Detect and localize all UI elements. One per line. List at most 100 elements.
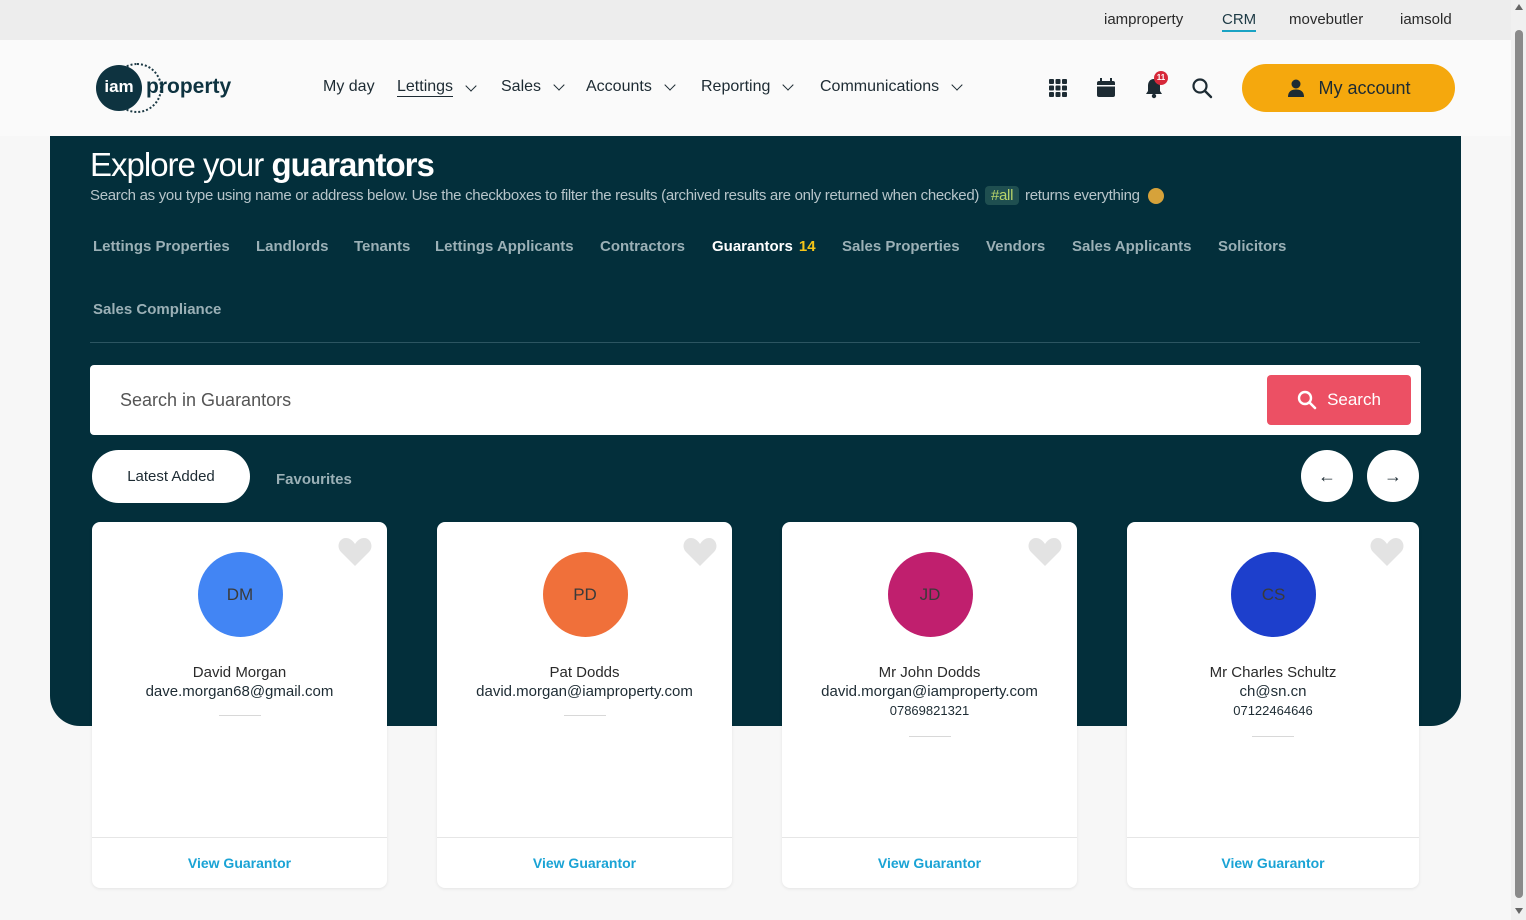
nav-my-day[interactable]: My day (323, 78, 375, 96)
guarantor-email: david.morgan@iamproperty.com (476, 683, 693, 700)
tab-sales-applicants[interactable]: Sales Applicants (1072, 238, 1192, 255)
topbar-link-iamsold[interactable]: iamsold (1400, 11, 1452, 28)
nav-label: Lettings (397, 78, 454, 97)
tab-vendors[interactable]: Vendors (986, 238, 1045, 255)
search-icon[interactable] (1191, 77, 1213, 99)
tab-tenants[interactable]: Tenants (354, 238, 410, 255)
card-footer: View Guarantor (437, 837, 732, 888)
tab-sales-compliance[interactable]: Sales Compliance (93, 301, 221, 318)
topbar-link-crm[interactable]: CRM (1222, 11, 1257, 32)
chevron-down-icon (664, 79, 676, 91)
guarantor-name: Mr John Dodds (878, 664, 981, 681)
chevron-down-icon (553, 79, 565, 91)
card-divider (218, 715, 261, 716)
logo-mark: iam (96, 65, 142, 111)
guarantor-card: DM David Morgan dave.morgan68@gmail.com … (92, 522, 387, 888)
card-divider (908, 736, 951, 737)
avatar: DM (197, 552, 283, 637)
guarantor-name: Pat Dodds (549, 664, 620, 681)
guarantor-email: david.morgan@iamproperty.com (821, 683, 1038, 700)
arrow-left-icon: ← (1318, 465, 1336, 486)
calendar-icon[interactable] (1095, 77, 1117, 99)
tab-lettings-applicants[interactable]: Lettings Applicants (435, 238, 574, 255)
tab-solicitors[interactable]: Solicitors (1218, 238, 1286, 255)
latest-added-button[interactable]: Latest Added (92, 450, 250, 503)
title-plain: Explore your (90, 146, 272, 183)
view-guarantor-link[interactable]: View Guarantor (533, 855, 636, 871)
all-tag: #all (984, 186, 1020, 205)
notification-count-badge: 11 (1154, 71, 1168, 85)
logo-word: property (146, 75, 232, 98)
page-subtitle: Search as you type using name or address… (90, 186, 1164, 205)
page-title: Explore your guarantors (90, 146, 435, 184)
heart-icon[interactable] (1027, 536, 1063, 568)
tab-contractors[interactable]: Contractors (600, 238, 685, 255)
card-footer: View Guarantor (92, 837, 387, 888)
nav-label: Communications (820, 78, 940, 95)
nav-label: Reporting (701, 78, 771, 95)
subtitle-text: Search as you type using name or address… (90, 187, 980, 204)
view-guarantor-link[interactable]: View Guarantor (1221, 855, 1324, 871)
search-input[interactable] (110, 379, 1210, 421)
vertical-scrollbar[interactable] (1511, 0, 1526, 920)
guarantor-name: David Morgan (192, 664, 287, 681)
topbar-link-movebutler[interactable]: movebutler (1289, 11, 1363, 28)
subtitle-text-after: returns everything (1025, 187, 1140, 204)
scrollbar-thumb[interactable] (1515, 30, 1523, 898)
tab-sales-properties[interactable]: Sales Properties (842, 238, 960, 255)
search-button-label: Search (1327, 390, 1381, 409)
main-header: iam property My day Lettings Sales Accou… (0, 40, 1511, 136)
guarantor-name: Mr Charles Schultz (1209, 664, 1337, 681)
heart-icon[interactable] (337, 536, 373, 568)
nav-label: Accounts (586, 78, 652, 95)
scroll-up-icon[interactable] (1515, 4, 1523, 10)
avatar: CS (1231, 552, 1316, 637)
tab-guarantors[interactable]: Guarantors 14 (712, 238, 816, 255)
nav-communications[interactable]: Communications (820, 78, 963, 96)
apps-grid-icon[interactable] (1047, 77, 1069, 99)
nav-label: My day (323, 78, 375, 95)
my-account-label: My account (1318, 77, 1411, 98)
search-bar: Search (90, 365, 1421, 435)
guarantor-phone: 07122464646 (1233, 703, 1313, 718)
nav-accounts[interactable]: Accounts (586, 78, 676, 96)
avatar: JD (887, 552, 973, 637)
nav-label: Sales (501, 78, 542, 95)
next-arrow-button[interactable]: → (1367, 450, 1419, 502)
guarantor-email: ch@sn.cn (1239, 683, 1307, 700)
my-account-button[interactable]: My account (1242, 64, 1455, 112)
heart-icon[interactable] (1369, 536, 1405, 568)
chevron-down-icon (782, 79, 795, 91)
tab-landlords[interactable]: Landlords (256, 238, 329, 255)
guarantor-phone: 07869821321 (889, 703, 970, 718)
tab-count: 14 (798, 238, 816, 255)
card-footer: View Guarantor (1127, 837, 1419, 888)
guarantor-card: PD Pat Dodds david.morgan@iamproperty.co… (437, 522, 732, 888)
view-guarantor-link[interactable]: View Guarantor (878, 855, 981, 871)
card-divider (563, 715, 606, 716)
arrow-right-icon: → (1384, 465, 1402, 486)
guarantor-card: CS Mr Charles Schultz ch@sn.cn 071224646… (1127, 522, 1419, 888)
scroll-down-icon[interactable] (1515, 908, 1523, 914)
guarantor-email: dave.morgan68@gmail.com (145, 683, 334, 700)
chevron-down-icon (465, 79, 477, 92)
search-button[interactable]: Search (1267, 375, 1411, 425)
tab-label: Guarantors (712, 238, 793, 255)
tab-lettings-properties[interactable]: Lettings Properties (93, 238, 230, 255)
user-icon (1288, 79, 1305, 97)
favourites-tab[interactable]: Favourites (276, 471, 352, 488)
avatar: PD (542, 552, 628, 637)
chevron-down-icon (951, 79, 963, 91)
guarantor-card: JD Mr John Dodds david.morgan@iampropert… (782, 522, 1077, 888)
card-footer: View Guarantor (782, 837, 1077, 888)
view-guarantor-link[interactable]: View Guarantor (188, 855, 291, 871)
nav-reporting[interactable]: Reporting (701, 78, 795, 96)
title-bold: guarantors (271, 146, 434, 183)
search-icon (1297, 390, 1317, 410)
topbar-link-iamproperty[interactable]: iamproperty (1104, 11, 1183, 28)
heart-icon[interactable] (682, 536, 718, 568)
previous-arrow-button[interactable]: ← (1301, 450, 1353, 502)
nav-lettings[interactable]: Lettings (397, 78, 477, 97)
nav-sales[interactable]: Sales (501, 78, 565, 96)
smile-emoji-icon (1147, 188, 1164, 205)
